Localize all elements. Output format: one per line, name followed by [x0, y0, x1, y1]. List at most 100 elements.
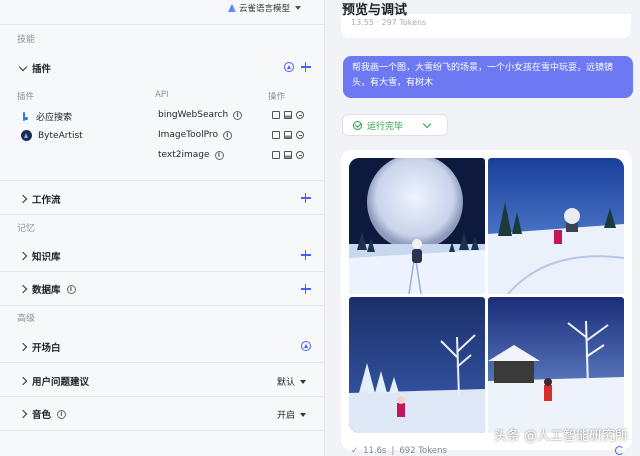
add-database-button[interactable] [301, 284, 311, 294]
workflow-header[interactable]: 工作流 [18, 192, 61, 206]
copy-icon[interactable] [272, 151, 280, 159]
byteartist-icon [21, 130, 32, 141]
add-workflow-button[interactable] [301, 193, 311, 203]
chevron-right-icon [18, 409, 28, 419]
bing-icon [21, 111, 30, 122]
api-ops [272, 151, 304, 159]
generated-image[interactable] [488, 158, 624, 294]
divider [0, 24, 324, 25]
plugin-byteartist: ByteArtist [21, 130, 83, 141]
chevron-down-icon [18, 62, 28, 71]
chevron-down-icon [300, 379, 306, 384]
plugins-header[interactable]: 插件 [18, 61, 52, 75]
chevron-right-icon [18, 376, 28, 386]
image-icon[interactable] [284, 111, 292, 119]
generated-image-card: ✓ 11.6s | 692 Tokens [341, 150, 632, 456]
chevron-right-icon [18, 251, 28, 261]
image-icon[interactable] [284, 151, 292, 159]
chevron-down-icon [300, 412, 306, 417]
info-icon[interactable] [66, 284, 76, 294]
plugins-title: 插件 [32, 64, 52, 75]
info-icon[interactable] [233, 110, 243, 120]
user-message: 帮我画一个图，大雪纷飞的场景，一个小女孩在雪中玩耍，远镜镜头，有大雪，有树木 [343, 56, 633, 98]
opening-title: 开场白 [32, 343, 61, 354]
section-label-advanced: 高级 [17, 314, 36, 324]
divider [0, 214, 324, 215]
chevron-right-icon [18, 194, 28, 204]
info-icon[interactable] [57, 409, 67, 419]
divider [0, 430, 324, 431]
separator: | [391, 446, 395, 456]
chevron-down-icon [295, 6, 302, 10]
auto-plugin-icon[interactable] [284, 62, 294, 72]
api-name: ImageToolPro [158, 130, 218, 140]
divider [0, 396, 324, 397]
model-selector[interactable]: 云雀语言模型 [228, 2, 302, 14]
plugin-name: 必应搜索 [36, 113, 73, 123]
plugin-name: ByteArtist [38, 130, 83, 141]
suggestions-title: 用户问题建议 [32, 377, 90, 388]
regenerate-icon[interactable] [615, 446, 624, 455]
duration: 11.6s [363, 446, 387, 456]
model-selector-bar: 云雀语言模型 [0, 0, 324, 16]
api-ops [272, 131, 304, 139]
image-icon[interactable] [284, 131, 292, 139]
remove-icon[interactable] [296, 111, 304, 119]
divider [0, 271, 324, 272]
check-circle-icon [353, 120, 362, 130]
voice-value: 开启 [276, 411, 295, 421]
knowledge-title: 知识库 [32, 252, 61, 263]
col-plugin: 插件 [17, 92, 35, 102]
watermark: 头条 @人工智能研究所 [493, 429, 628, 444]
divider [0, 180, 324, 181]
add-plugin-button[interactable] [301, 62, 311, 72]
api-name: text2image [158, 150, 210, 160]
database-header[interactable]: 数据库 [18, 282, 76, 296]
section-label-memory: 记忆 [17, 224, 36, 234]
image-grid [349, 158, 625, 434]
run-status: 运行完毕 [367, 121, 404, 132]
workflow-title: 工作流 [32, 195, 61, 206]
chevron-right-icon [18, 284, 28, 294]
chevron-right-icon [18, 342, 28, 352]
auto-opening-icon[interactable] [301, 341, 311, 351]
suggestions-header[interactable]: 用户问题建议 [18, 374, 90, 388]
preview-panel: 13.55 · 297 Tokens 预览与调试 帮我画一个图，大雪纷飞的场景，… [325, 0, 640, 456]
opening-header[interactable]: 开场白 [18, 340, 61, 354]
api-item: bingWebSearch [158, 110, 243, 120]
section-label-skills: 技能 [17, 35, 36, 45]
database-title: 数据库 [32, 285, 61, 296]
token-count: 692 Tokens [399, 446, 447, 456]
bot-config-panel: 云雀语言模型 技能 插件 插件 API 操作 必应搜索 bingWebSearc… [0, 0, 325, 456]
remove-icon[interactable] [296, 151, 304, 159]
add-knowledge-button[interactable] [301, 250, 311, 260]
run-status-toggle[interactable]: 运行完毕 [342, 114, 448, 136]
model-logo-icon [228, 4, 236, 12]
snow-village-image [488, 297, 624, 433]
voice-title: 音色 [32, 410, 52, 421]
info-icon[interactable] [214, 150, 224, 160]
preview-title: 预览与调试 [342, 3, 408, 18]
api-ops [272, 111, 304, 119]
api-name: bingWebSearch [158, 110, 229, 120]
suggestions-dropdown[interactable]: 默认 [277, 375, 306, 388]
info-icon[interactable] [222, 130, 232, 140]
copy-icon[interactable] [272, 131, 280, 139]
run-meta: ✓ 11.6s | 692 Tokens [351, 446, 447, 456]
voice-dropdown[interactable]: 开启 [277, 408, 306, 421]
voice-header[interactable]: 音色 [18, 407, 67, 421]
suggestions-value: 默认 [276, 378, 295, 388]
api-item: ImageToolPro [158, 130, 232, 140]
api-item: text2image [158, 150, 224, 160]
remove-icon[interactable] [296, 131, 304, 139]
snow-trees-image [349, 297, 485, 433]
plugin-bing: 必应搜索 [21, 110, 72, 123]
generated-image[interactable] [349, 297, 485, 433]
generated-image[interactable] [349, 158, 485, 294]
divider [0, 305, 324, 306]
generated-image[interactable] [488, 297, 624, 433]
copy-icon[interactable] [272, 111, 280, 119]
knowledge-header[interactable]: 知识库 [18, 249, 61, 263]
chevron-down-icon [422, 119, 432, 128]
model-name: 云雀语言模型 [239, 4, 291, 14]
